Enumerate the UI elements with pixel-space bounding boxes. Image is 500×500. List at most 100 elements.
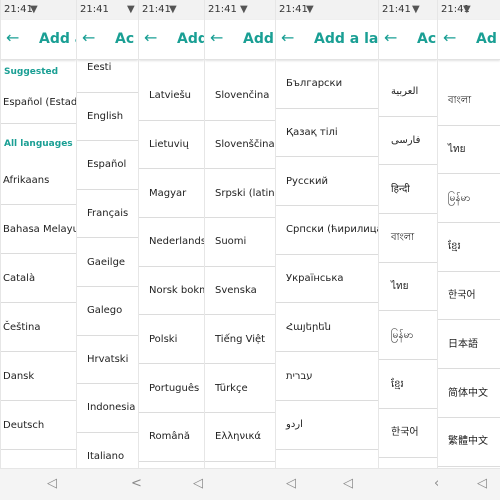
back-arrow-icon[interactable]: ← — [6, 28, 19, 48]
nav-back-icon[interactable]: ◁ — [343, 476, 353, 492]
list-item[interactable]: Gaeilge — [77, 238, 138, 287]
list-item[interactable]: Polski — [139, 316, 204, 365]
language-label: မြန်မာ — [391, 329, 414, 341]
list-item[interactable]: Română — [139, 413, 204, 462]
status-bar: 21:41 ▼ — [205, 0, 275, 20]
screen-strip-4: 21:41 ▼ ← Add Slovenčina Slovenščina Srpski (l… — [204, 0, 275, 500]
list-item[interactable]: Deutsch — [1, 401, 76, 450]
language-label: Eesti — [87, 62, 112, 74]
list-item[interactable]: Dansk — [1, 352, 76, 401]
back-arrow-icon[interactable]: ← — [384, 28, 397, 48]
list-item[interactable]: English — [77, 93, 138, 142]
list-item[interactable]: Français — [77, 190, 138, 239]
language-label: Українська — [286, 273, 344, 285]
list-item[interactable]: Suomi — [205, 218, 275, 267]
language-label: 简体中文 — [448, 387, 488, 399]
page-title: Ad — [476, 31, 497, 47]
nav-back-icon[interactable]: ◁ — [47, 476, 57, 492]
back-arrow-icon[interactable]: ← — [210, 28, 223, 48]
list-item[interactable]: 한국어 — [438, 272, 500, 321]
list-item[interactable]: Nederlands — [139, 218, 204, 267]
language-label: Indonesia — [87, 402, 136, 414]
list-item[interactable]: Svenska — [205, 267, 275, 316]
page-title: Add — [243, 31, 274, 47]
list-item[interactable]: Čeština — [1, 303, 76, 352]
status-bar: 21:41 ▼ — [379, 0, 437, 20]
page-title: Add a lan — [314, 31, 378, 47]
list-item[interactable]: Slovenščina — [205, 121, 275, 170]
list-item[interactable]: עברית — [276, 352, 378, 401]
list-item[interactable]: 繁體中文 — [438, 418, 500, 467]
list-item[interactable]: Српски (ћирилица — [276, 206, 378, 255]
language-label: Српски (ћирилица — [286, 224, 378, 236]
language-label: Română — [149, 431, 190, 443]
list-item[interactable]: हिन्दी — [379, 165, 437, 215]
list-item[interactable]: Русский — [276, 157, 378, 207]
status-time: 21:41 — [80, 4, 109, 15]
app-bar: ← Add — [205, 20, 275, 60]
list-item[interactable]: Հայերեն — [276, 304, 378, 353]
list-item[interactable]: Lietuvių — [139, 121, 204, 170]
back-arrow-icon[interactable]: ← — [281, 28, 294, 48]
navigation-bar: ◁ < ◁ ◁ ◁ ‹ ◁ — [0, 468, 500, 500]
list-item[interactable]: Español — [77, 141, 138, 190]
list-item[interactable]: Bahasa Melayu — [1, 205, 76, 254]
app-bar: ← Add a lan — [276, 20, 378, 60]
list-item[interactable]: Українська — [276, 255, 378, 304]
list-item[interactable]: Galego — [77, 287, 138, 336]
list-item[interactable]: မြန်မာ — [438, 174, 500, 224]
language-label: Dansk — [3, 370, 35, 382]
list-item[interactable]: Català — [1, 254, 76, 303]
page-title: Add — [177, 31, 204, 47]
page-title: Add a — [39, 31, 76, 47]
page-title: Ac — [417, 31, 437, 47]
list-item[interactable]: বাংলা — [379, 214, 437, 263]
language-label: Afrikaans — [3, 174, 50, 186]
screen-strip-7: 21:41 ▼ ← Ad বাংলা ไทย မြန်မာ ខ្មែរ 한국어 日本語 简体中文 繁體… — [437, 0, 500, 500]
list-item[interactable]: Ελληνικά — [205, 413, 275, 462]
list-item[interactable]: Eesti — [77, 44, 138, 93]
list-item[interactable]: 한국어 — [379, 409, 437, 458]
list-item[interactable]: বাংলা — [438, 77, 500, 126]
list-item[interactable]: اردو — [276, 401, 378, 450]
list-item[interactable]: Hrvatski — [77, 336, 138, 385]
list-item[interactable]: 简体中文 — [438, 369, 500, 418]
list-item[interactable]: Português — [139, 364, 204, 413]
nav-back-icon[interactable]: < — [131, 476, 142, 492]
list-item[interactable]: Afrikaans — [1, 156, 76, 205]
nav-back-icon[interactable]: ‹ — [434, 476, 439, 492]
back-arrow-icon[interactable]: ← — [144, 28, 157, 48]
list-item[interactable]: Indonesia — [77, 384, 138, 433]
status-time: 21:41 — [279, 4, 308, 15]
language-label: Čeština — [3, 321, 41, 333]
list-item[interactable]: ไทย — [438, 126, 500, 175]
list-item[interactable]: 日本語 — [438, 321, 500, 370]
nav-back-icon[interactable]: ◁ — [193, 476, 203, 492]
list-item[interactable]: العربية — [379, 68, 437, 117]
list-item[interactable]: Български — [276, 60, 378, 109]
list-item[interactable]: မြန်မာ — [379, 312, 437, 361]
list-item[interactable]: ไทย — [379, 263, 437, 312]
list-item[interactable]: Қазақ тілі — [276, 109, 378, 158]
list-item[interactable]: Latviešu — [139, 72, 204, 121]
screen-strip-5: 21:41▼ ← Add a lan Български Қазақ тілі Русск… — [275, 0, 378, 500]
nav-back-icon[interactable]: ◁ — [477, 476, 487, 492]
list-item[interactable]: فارسی — [379, 117, 437, 166]
list-item[interactable]: Türkçe — [205, 364, 275, 413]
back-arrow-icon[interactable]: ← — [443, 28, 456, 48]
list-item[interactable]: Español (Estad — [1, 82, 76, 124]
language-label: Ελληνικά — [215, 431, 261, 443]
nav-back-icon[interactable]: ◁ — [286, 476, 296, 492]
language-label: Español (Estad — [3, 97, 76, 108]
list-item[interactable]: ខ្មែរ — [438, 223, 500, 272]
list-item[interactable]: ខ្មែរ — [379, 360, 437, 409]
list-item[interactable]: Norsk bokm — [139, 267, 204, 316]
list-item[interactable]: Slovenčina — [205, 72, 275, 121]
language-label: Français — [87, 208, 129, 220]
list-item[interactable]: Magyar — [139, 169, 204, 219]
app-bar: ← Ad — [438, 20, 500, 60]
language-label: Nederlands — [149, 236, 204, 248]
list-item[interactable]: Srpski (latini — [205, 169, 275, 219]
list-item[interactable]: Tiếng Việt — [205, 316, 275, 365]
status-time: 21:41 — [4, 4, 33, 15]
